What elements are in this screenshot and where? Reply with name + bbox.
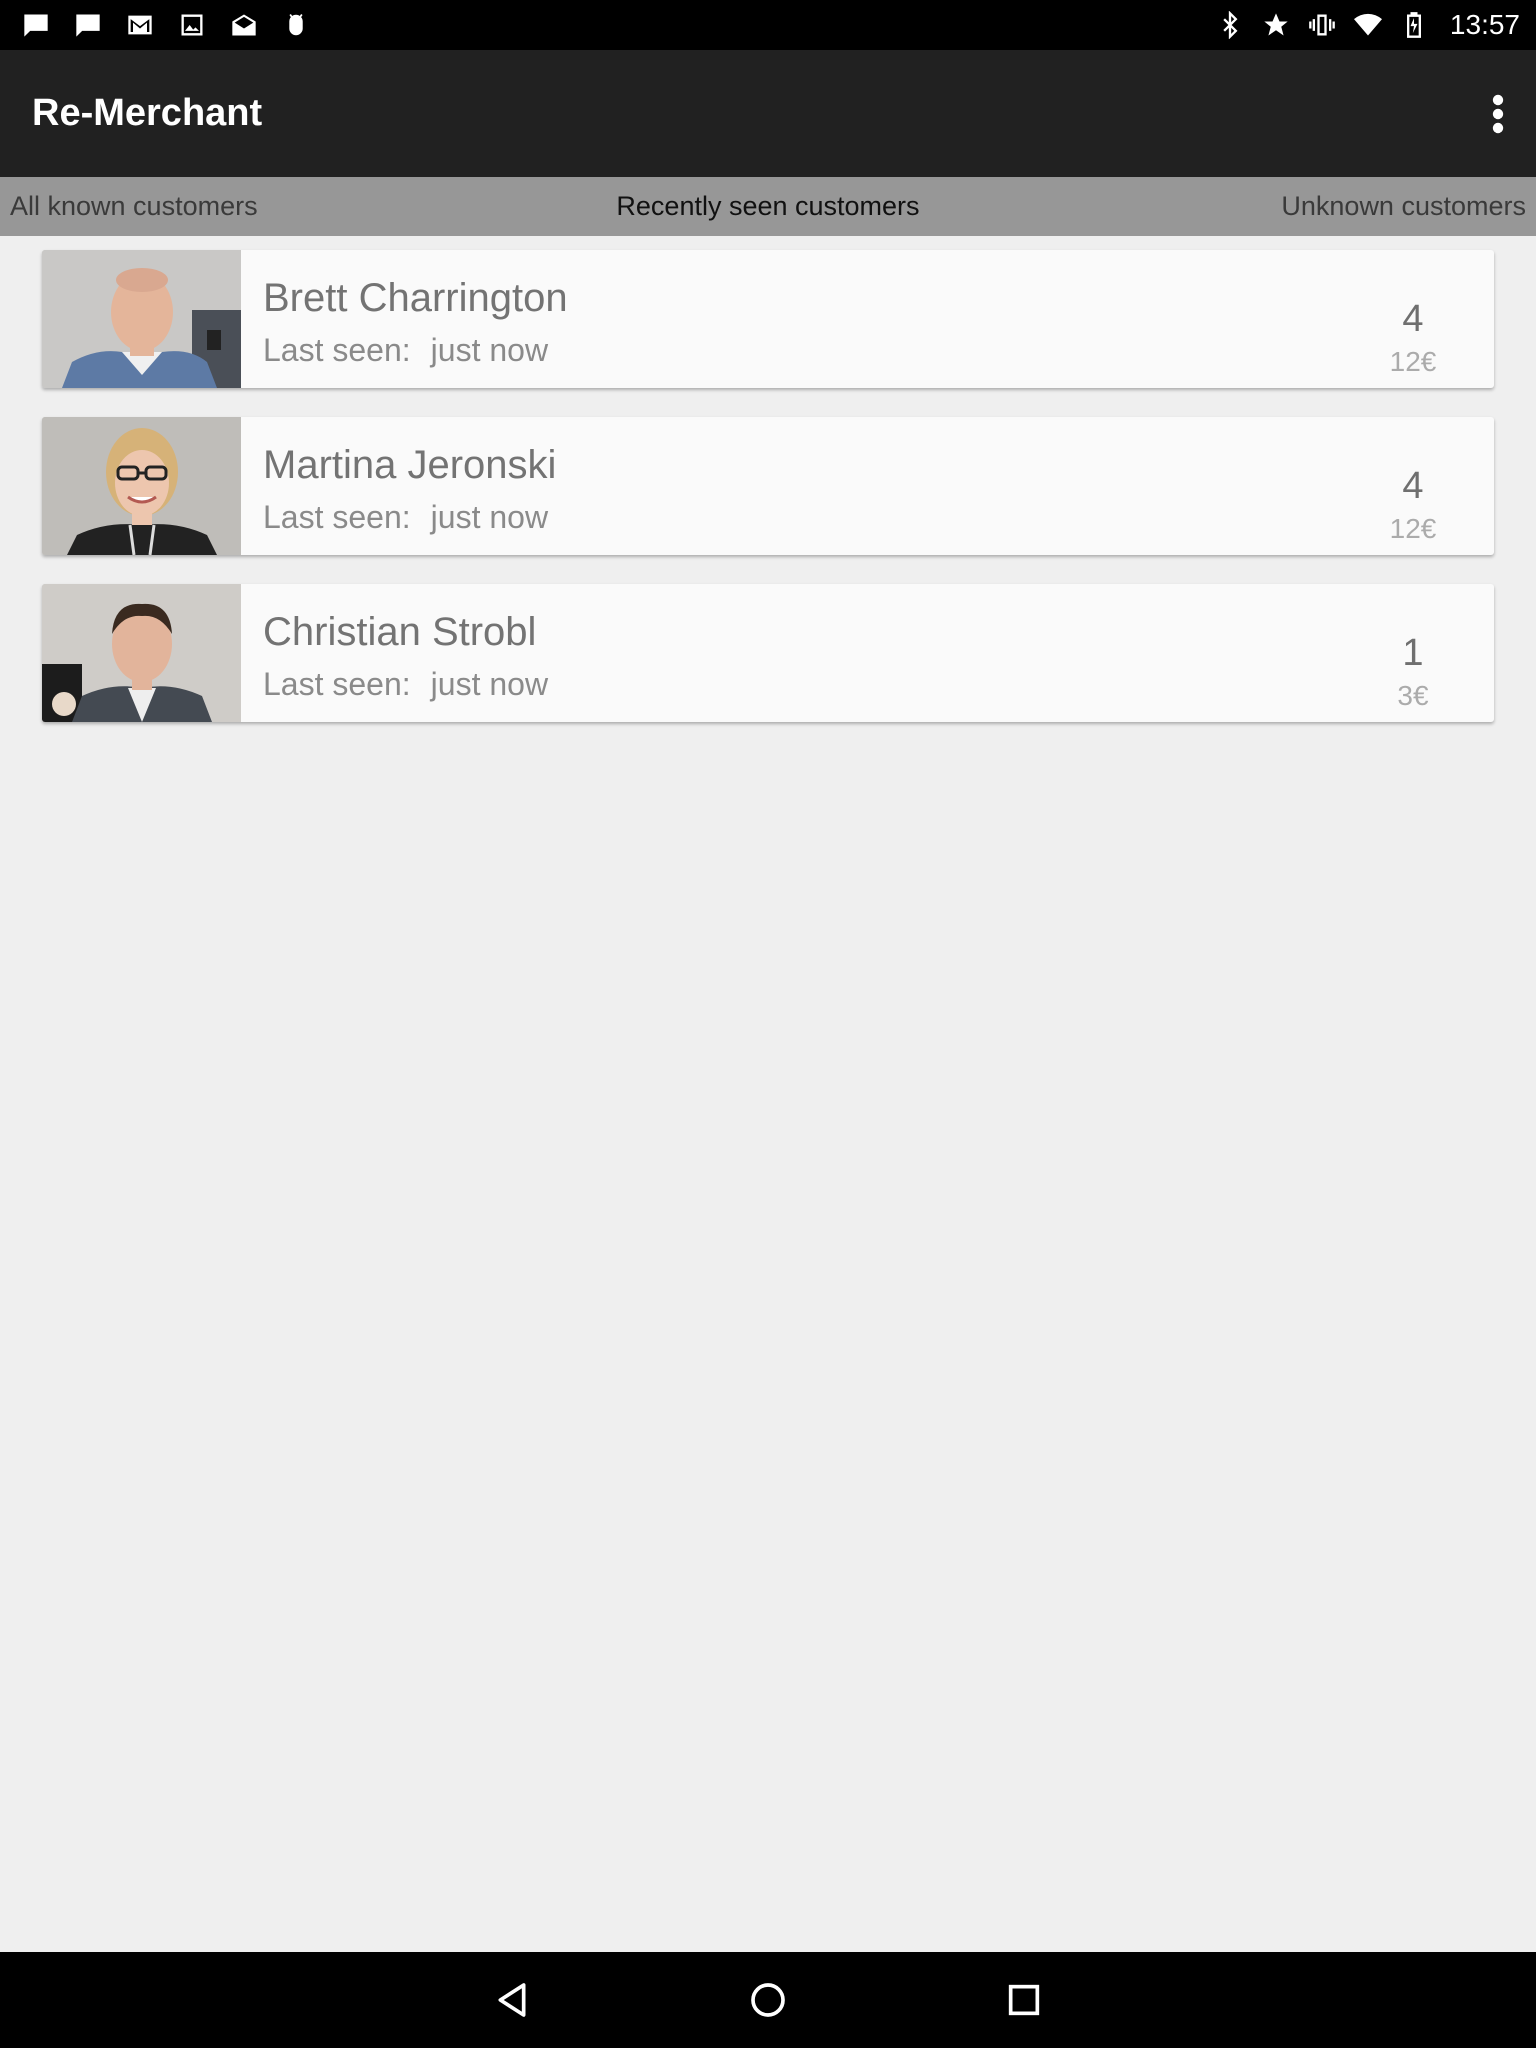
customer-name: Martina Jeronski [263, 443, 557, 487]
home-icon [751, 1983, 785, 2017]
bluetooth-icon [1216, 11, 1244, 39]
last-seen-value: just now [430, 332, 549, 368]
star-icon [1262, 11, 1290, 39]
customer-name: Brett Charrington [263, 276, 568, 320]
back-icon [498, 1983, 526, 2017]
notification-icons [22, 0, 310, 50]
tab-all-known-customers[interactable]: All known customers [10, 177, 258, 236]
last-seen: Last seen: just now [263, 332, 548, 369]
app-bar: Re-Merchant [0, 50, 1536, 177]
home-button[interactable] [738, 1970, 798, 2030]
android-debug-icon [282, 11, 310, 39]
chat-icon [74, 11, 102, 39]
avatar [42, 584, 241, 722]
clock: 13:57 [1449, 9, 1520, 40]
overflow-menu-button[interactable] [1472, 84, 1524, 144]
image-icon [178, 11, 206, 39]
back-button[interactable] [482, 1970, 542, 2030]
customer-name: Christian Strobl [263, 610, 537, 654]
last-seen-label: Last seen: [263, 666, 411, 702]
last-seen: Last seen: just now [263, 499, 548, 536]
visit-count: 4 [1402, 465, 1424, 507]
customer-card[interactable]: Brett Charrington Last seen: just now 4 1… [42, 250, 1494, 388]
avatar [42, 417, 241, 555]
tab-strip: Recently seen customers All known custom… [0, 177, 1536, 236]
last-seen-value: just now [430, 499, 549, 535]
chat-icon [22, 11, 50, 39]
last-seen-value: just now [430, 666, 549, 702]
recents-button[interactable] [994, 1970, 1054, 2030]
battery-icon [1400, 11, 1428, 39]
customer-list: Brett Charrington Last seen: just now 4 1… [42, 250, 1494, 751]
last-seen: Last seen: just now [263, 666, 548, 703]
more-vert-icon [1492, 94, 1504, 134]
vibrate-icon [1308, 11, 1336, 39]
avatar [42, 250, 241, 388]
system-icons: 13:57 [1216, 0, 1520, 50]
navigation-bar [0, 1952, 1536, 2048]
mail-open-icon [230, 11, 258, 39]
amount-spent: 3€ [1397, 680, 1429, 711]
last-seen-label: Last seen: [263, 332, 411, 368]
status-bar: 13:57 [0, 0, 1536, 50]
gmail-icon [126, 11, 154, 39]
app-title: Re-Merchant [32, 92, 263, 134]
customer-card[interactable]: Martina Jeronski Last seen: just now 4 12… [42, 417, 1494, 555]
customer-card[interactable]: Christian Strobl Last seen: just now 1 3€ [42, 584, 1494, 722]
amount-spent: 12€ [1389, 346, 1437, 377]
tab-unknown-customers[interactable]: Unknown customers [1281, 177, 1526, 236]
wifi-icon [1353, 11, 1382, 39]
visit-count: 1 [1402, 632, 1424, 674]
last-seen-label: Last seen: [263, 499, 411, 535]
amount-spent: 12€ [1389, 513, 1437, 544]
visit-count: 4 [1402, 298, 1424, 340]
recents-icon [1008, 1984, 1040, 2016]
